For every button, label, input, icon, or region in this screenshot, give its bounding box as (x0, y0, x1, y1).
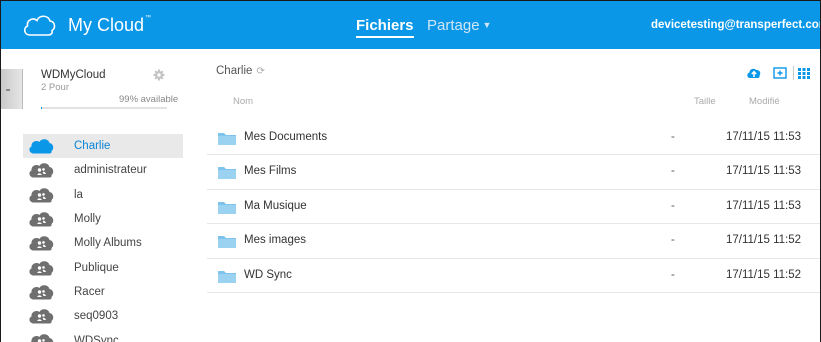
toolbar-separator (793, 66, 794, 80)
folder-row[interactable]: Mes images - 17/11/15 11:52 (207, 224, 820, 259)
folder-modified: 17/11/15 11:53 (726, 199, 802, 212)
column-header-name[interactable]: Nom (233, 96, 253, 107)
shared-cloud-icon (29, 236, 54, 251)
folder-icon (218, 236, 236, 249)
share-item-label: Racer (74, 285, 105, 298)
folder-size: - (671, 131, 675, 143)
tab-files[interactable]: Fichiers (356, 17, 414, 38)
share-item[interactable]: administrateur (23, 158, 183, 182)
share-item-label: la (74, 188, 83, 201)
share-item[interactable]: Molly Albums (23, 231, 183, 255)
folder-icon (218, 167, 236, 180)
app-title: My Cloud™ (68, 15, 152, 35)
top-bar: My Cloud™ Fichiers Partage ▼ devicetestin… (1, 1, 821, 49)
folder-modified: 17/11/15 11:52 (726, 268, 802, 281)
storage-available: 99% available (119, 94, 179, 105)
share-item[interactable]: WDSync (23, 328, 183, 342)
folder-modified: 17/11/15 11:53 (726, 131, 802, 143)
share-item[interactable]: Molly (23, 207, 183, 231)
share-item-label: Charlie (74, 140, 111, 153)
folder-name[interactable]: Mes Films (244, 165, 296, 177)
shared-cloud-icon (29, 285, 54, 300)
shared-cloud-icon (30, 333, 54, 342)
shared-cloud-icon (29, 309, 54, 324)
share-item[interactable]: seq0903 (23, 304, 183, 328)
folder-name[interactable]: WD Sync (244, 269, 292, 281)
shared-cloud-icon (29, 260, 54, 276)
storage-bar (41, 107, 167, 109)
share-list: Charlie administrateur la Molly Molly Albums… (23, 134, 183, 342)
tab-share-label: Partage (427, 17, 480, 34)
user-email: devicetesting@transperfect.com (651, 19, 821, 31)
shared-cloud-icon (29, 212, 54, 227)
folder-size: - (671, 234, 675, 247)
folder-icon (218, 133, 236, 145)
folder-row[interactable]: Ma Musique - 17/11/15 11:53 (207, 190, 820, 225)
share-item[interactable]: Publique (23, 255, 183, 279)
folder-icon (218, 270, 236, 283)
upload-icon[interactable] (746, 65, 762, 81)
folder-modified: 17/11/15 11:53 (726, 165, 802, 178)
chevron-down-icon: ▼ (482, 20, 492, 30)
device-panel: WDMyCloud 2 Pour 99% available (1, 49, 189, 129)
folder-row[interactable]: Mes Films - 17/11/15 11:53 (207, 155, 820, 190)
grid-view-icon[interactable] (798, 65, 810, 81)
tab-share[interactable]: Partage ▼ (427, 17, 491, 34)
device-name: WDMyCloud (41, 69, 106, 81)
shared-cloud-icon (29, 188, 54, 203)
share-item-label: Molly Albums (74, 237, 142, 250)
file-list: Mes Documents - 17/11/15 11:53 Mes Films - 17… (207, 121, 820, 293)
column-header-modified[interactable]: Modifié (749, 96, 780, 107)
folder-size: - (671, 199, 675, 212)
folder-name[interactable]: Ma Musique (244, 200, 307, 212)
column-header-size[interactable]: Taille (694, 96, 716, 107)
breadcrumb-current: Charlie (216, 65, 253, 77)
folder-icon (218, 201, 236, 214)
share-item-label: administrateur (74, 164, 147, 177)
new-folder-icon[interactable] (772, 65, 788, 81)
folder-row[interactable]: WD Sync - 17/11/15 11:52 (207, 259, 820, 293)
toolbar (746, 65, 810, 81)
folder-name[interactable]: Mes images (244, 234, 306, 246)
share-item[interactable]: la (23, 183, 183, 207)
folder-size: - (671, 268, 675, 281)
cloud-logo-icon[interactable] (21, 11, 57, 38)
share-item[interactable]: Charlie (23, 134, 183, 159)
share-item[interactable]: Racer (23, 280, 183, 304)
device-image (1, 69, 23, 109)
breadcrumb: Charlie ⟳ (216, 65, 265, 77)
cloud-icon (29, 139, 54, 154)
folder-modified: 17/11/15 11:52 (726, 234, 802, 247)
folder-name[interactable]: Mes Documents (244, 131, 327, 143)
shared-cloud-icon (29, 163, 54, 178)
share-item-label: Molly (74, 213, 101, 226)
folder-row[interactable]: Mes Documents - 17/11/15 11:53 (207, 121, 820, 156)
user-menu[interactable]: devicetesting@transperfect.com▼ (651, 19, 821, 31)
device-subtitle: 2 Pour (41, 82, 69, 93)
storage-fill (41, 107, 43, 109)
folder-size: - (671, 165, 675, 178)
share-item-label: seq0903 (74, 310, 119, 323)
refresh-icon[interactable]: ⟳ (256, 66, 264, 77)
app-window: My Cloud™ Fichiers Partage ▼ devicetestin… (0, 0, 821, 342)
share-item-label: Publique (74, 261, 119, 274)
trademark: ™ (145, 15, 152, 21)
share-item-label: WDSync (74, 334, 119, 342)
gear-icon[interactable] (153, 69, 165, 81)
